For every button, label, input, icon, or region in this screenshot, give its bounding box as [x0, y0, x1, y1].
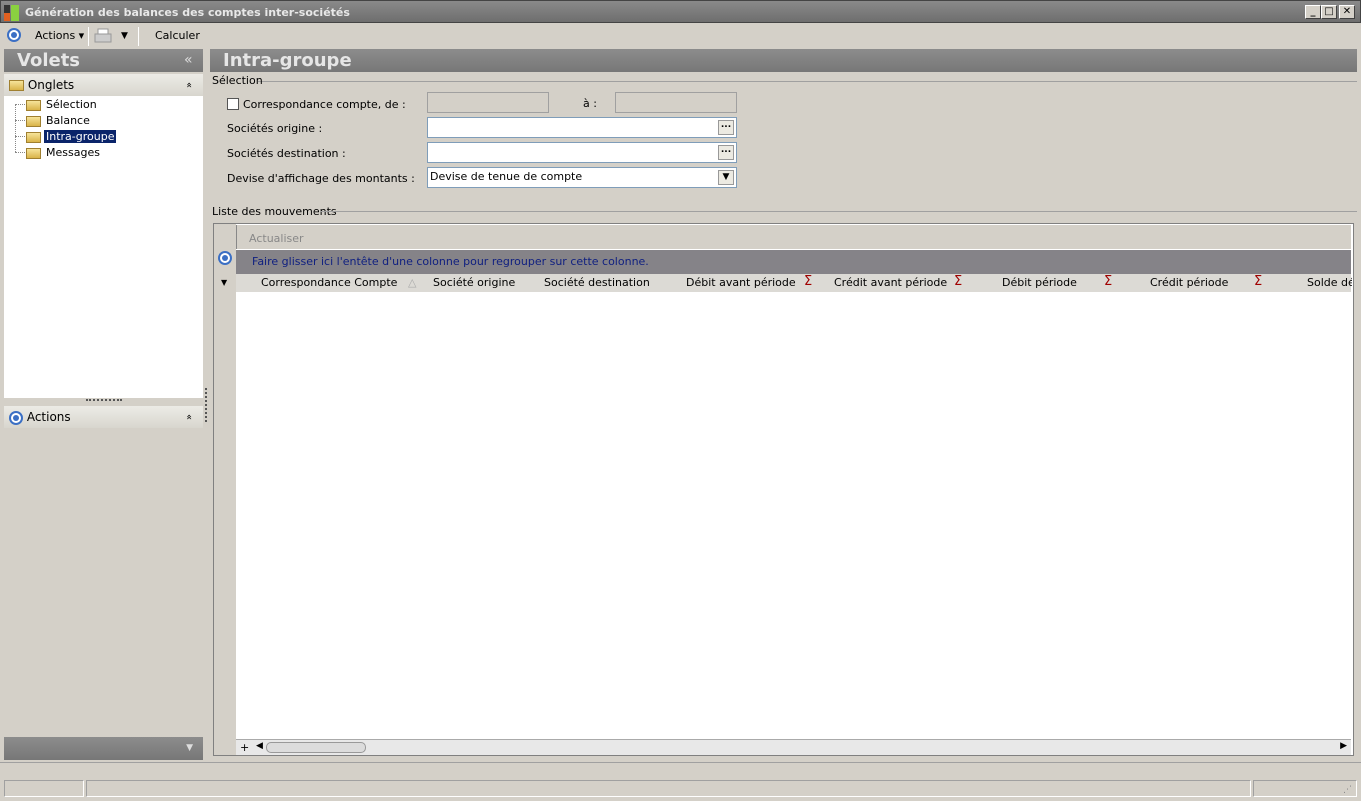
print-dropdown-icon[interactable]: ▼ — [121, 31, 128, 41]
grid-options-icon[interactable] — [218, 251, 232, 265]
column-societe-destination[interactable]: Société destination — [544, 276, 650, 289]
tree-item-messages[interactable]: Messages — [26, 145, 102, 160]
list-group-label: Liste des mouvements — [212, 205, 337, 218]
folder-icon — [9, 80, 24, 91]
actions-menu[interactable]: Actions ▾ — [35, 29, 84, 42]
tree-label: Messages — [46, 146, 100, 159]
column-chooser-icon[interactable]: ▼ — [221, 278, 227, 287]
column-correspondance-compte[interactable]: Correspondance Compte — [261, 276, 397, 289]
toolbar: Actions ▾ ▼ Calculer — [0, 24, 1361, 48]
sum-icon[interactable]: Σ — [804, 274, 812, 289]
movements-grid: Actualiser Faire glisser ici l'entête d'… — [213, 223, 1354, 756]
tree-item-intra-groupe[interactable]: Intra-groupe — [26, 129, 117, 144]
panel-footer: ▼ — [4, 737, 203, 760]
collapse-panel-icon[interactable]: « — [184, 52, 193, 68]
tabs-tree: Sélection Balance Intra-groupe Messages — [4, 96, 203, 398]
folder-icon — [26, 99, 41, 111]
sum-icon[interactable]: Σ — [1254, 274, 1262, 289]
page-title: Intra-groupe — [223, 50, 352, 71]
page-header: Intra-groupe — [210, 49, 1357, 72]
collapse-up-icon[interactable]: » — [179, 82, 201, 88]
resize-grip-icon[interactable]: ⋰ — [1343, 785, 1352, 795]
volets-header: Volets — [4, 49, 203, 72]
scroll-left-icon[interactable]: ◀ — [256, 741, 263, 751]
scroll-thumb[interactable] — [266, 742, 366, 753]
actions-header[interactable]: Actions » — [4, 406, 203, 428]
tree-label: Intra-groupe — [44, 130, 117, 143]
column-credit-periode[interactable]: Crédit période — [1150, 276, 1228, 289]
actions-label: Actions — [35, 29, 76, 42]
sum-icon[interactable]: Σ — [954, 274, 962, 289]
actions-label: Actions — [26, 410, 71, 424]
societes-destination-input[interactable]: ... — [427, 142, 737, 163]
actualiser-button[interactable]: Actualiser — [249, 232, 304, 245]
minimize-button[interactable]: _ — [1305, 5, 1321, 19]
calculer-button[interactable]: Calculer — [155, 29, 200, 42]
onglets-header[interactable]: Onglets » — [4, 74, 203, 96]
scroll-right-icon[interactable]: ▶ — [1340, 741, 1347, 751]
sort-ascending-icon: △ — [408, 276, 417, 289]
tree-item-balance[interactable]: Balance — [26, 113, 92, 128]
status-panel — [86, 780, 1251, 797]
horizontal-scrollbar[interactable]: + ◀ ▶ — [236, 739, 1351, 755]
column-societe-origine[interactable]: Société origine — [433, 276, 515, 289]
devise-label: Devise d'affichage des montants : — [227, 172, 415, 185]
app-icon — [4, 5, 19, 21]
status-panel — [4, 780, 84, 797]
volets-title: Volets — [17, 50, 81, 71]
actions-icon — [9, 410, 23, 425]
selection-group-label: Sélection — [212, 74, 263, 87]
column-credit-avant-periode[interactable]: Crédit avant période — [834, 276, 947, 289]
column-solde-debit[interactable]: Solde déb — [1307, 276, 1352, 289]
footer-dropdown-icon[interactable]: ▼ — [186, 737, 193, 760]
destination-label: Sociétés destination : — [227, 147, 346, 160]
tree-label: Sélection — [46, 98, 97, 111]
folder-icon — [26, 147, 41, 159]
sum-icon[interactable]: Σ — [1104, 274, 1112, 289]
collapse-up-icon[interactable]: » — [179, 414, 201, 420]
devise-value: Devise de tenue de compte — [430, 170, 583, 183]
correspondance-from-input[interactable] — [427, 92, 549, 113]
societes-origine-input[interactable]: ... — [427, 117, 737, 138]
window-title: Génération des balances des comptes inte… — [25, 6, 350, 19]
tree-item-selection[interactable]: Sélection — [26, 97, 99, 112]
vertical-splitter[interactable] — [205, 388, 207, 422]
panel-splitter[interactable] — [86, 399, 122, 401]
open-folder-icon — [26, 131, 41, 143]
maximize-button[interactable]: □ — [1321, 5, 1337, 19]
title-bar: Génération des balances des comptes inte… — [0, 0, 1361, 23]
status-panel — [1253, 780, 1357, 797]
browse-button[interactable]: ... — [718, 120, 734, 135]
origine-label: Sociétés origine : — [227, 122, 323, 135]
add-row-button[interactable]: + — [240, 741, 249, 754]
correspondance-checkbox[interactable] — [227, 98, 239, 110]
devise-select[interactable]: Devise de tenue de compte ▼ — [427, 167, 737, 188]
app-menu-icon[interactable] — [7, 28, 21, 42]
folder-icon — [26, 115, 41, 127]
group-by-area[interactable]: Faire glisser ici l'entête d'une colonne… — [236, 250, 1351, 274]
chevron-down-icon[interactable]: ▼ — [718, 170, 734, 185]
column-debit-avant-periode[interactable]: Débit avant période — [686, 276, 796, 289]
print-icon[interactable] — [94, 28, 112, 44]
to-label: à : — [583, 97, 597, 110]
correspondance-label: Correspondance compte, de : — [243, 98, 406, 111]
tree-label: Balance — [46, 114, 90, 127]
column-debit-periode[interactable]: Débit période — [1002, 276, 1077, 289]
browse-button[interactable]: ... — [718, 145, 734, 160]
correspondance-to-input[interactable] — [615, 92, 737, 113]
onglets-label: Onglets — [27, 78, 75, 92]
close-button[interactable]: ✕ — [1339, 5, 1355, 19]
group-hint: Faire glisser ici l'entête d'une colonne… — [252, 255, 649, 268]
